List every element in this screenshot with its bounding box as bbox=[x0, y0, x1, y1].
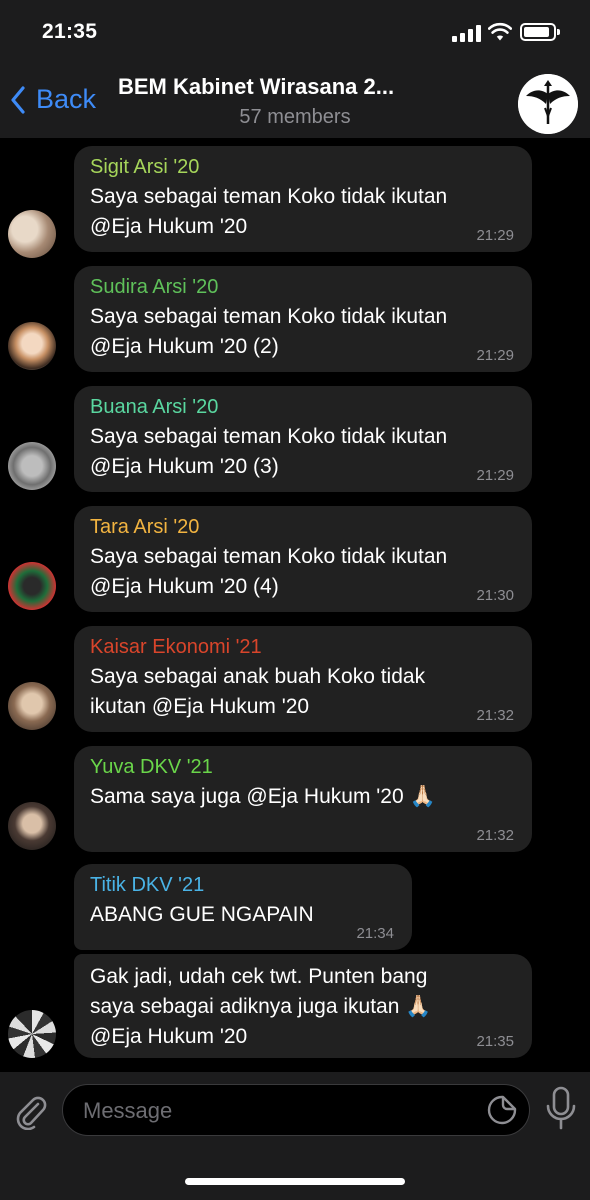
message-time: 21:30 bbox=[476, 587, 514, 604]
group-logo-icon bbox=[518, 74, 578, 134]
message-bubble[interactable]: Sudira Arsi '20 Saya sebagai teman Koko … bbox=[74, 266, 532, 372]
message-text: Saya sebagai teman Koko tidak ikutan @Ej… bbox=[90, 305, 448, 358]
sender-name: Sudira Arsi '20 bbox=[90, 276, 219, 298]
message-text: Saya sebagai anak buah Koko tidak ikutan… bbox=[90, 665, 426, 718]
message-input[interactable] bbox=[81, 1095, 465, 1127]
message-time: 21:29 bbox=[476, 227, 514, 244]
message-bubble[interactable]: Gak jadi, udah cek twt. Punten bang saya… bbox=[74, 954, 532, 1058]
sticker-icon[interactable] bbox=[487, 1095, 517, 1125]
wifi-icon bbox=[488, 22, 512, 41]
message-bubble[interactable]: Yuva DKV '21 Sama saya juga @Eja Hukum '… bbox=[74, 746, 532, 852]
status-time: 21:35 bbox=[42, 20, 98, 43]
message-text: Gak jadi, udah cek twt. Punten bang saya… bbox=[90, 965, 432, 1048]
message-row: Gak jadi, udah cek twt. Punten bang saya… bbox=[0, 954, 590, 1058]
message-time: 21:29 bbox=[476, 347, 514, 364]
message-bubble[interactable]: Titik DKV '21 ABANG GUE NGAPAIN 21:34 bbox=[74, 864, 412, 950]
sender-name: Titik DKV '21 bbox=[90, 874, 205, 896]
message-time: 21:32 bbox=[476, 707, 514, 724]
chat-header: Back BEM Kabinet Wirasana 2... 57 member… bbox=[0, 66, 590, 138]
paperclip-icon[interactable] bbox=[12, 1090, 48, 1130]
message-bubble[interactable]: Sigit Arsi '20 Saya sebagai teman Koko t… bbox=[74, 146, 532, 252]
microphone-icon[interactable] bbox=[544, 1086, 578, 1132]
message-text: Saya sebagai teman Koko tidak ikutan @Ej… bbox=[90, 185, 448, 238]
message-text: Saya sebagai teman Koko tidak ikutan @Ej… bbox=[90, 545, 448, 598]
avatar[interactable] bbox=[8, 802, 56, 850]
chat-title[interactable]: BEM Kabinet Wirasana 2... bbox=[118, 74, 468, 100]
status-bar: 21:35 bbox=[0, 0, 590, 66]
message-row: Tara Arsi '20 Saya sebagai teman Koko ti… bbox=[0, 506, 590, 612]
message-time: 21:35 bbox=[476, 1033, 514, 1050]
group-avatar[interactable] bbox=[518, 74, 578, 134]
message-row: Sudira Arsi '20 Saya sebagai teman Koko … bbox=[0, 266, 590, 372]
message-row: Buana Arsi '20 Saya sebagai teman Koko t… bbox=[0, 386, 590, 492]
message-time: 21:29 bbox=[476, 467, 514, 484]
message-list[interactable]: Sigit Arsi '20 Saya sebagai teman Koko t… bbox=[0, 138, 590, 1072]
sender-name: Kaisar Ekonomi '21 bbox=[90, 636, 262, 658]
home-indicator bbox=[185, 1178, 405, 1185]
sender-name: Yuva DKV '21 bbox=[90, 756, 213, 778]
member-count: 57 members bbox=[239, 106, 351, 128]
input-bar bbox=[0, 1072, 590, 1200]
sender-name: Tara Arsi '20 bbox=[90, 516, 200, 538]
avatar[interactable] bbox=[8, 210, 56, 258]
message-text: Sama saya juga @Eja Hukum '20 🙏🏻 bbox=[90, 785, 436, 808]
avatar[interactable] bbox=[8, 442, 56, 490]
battery-icon bbox=[520, 23, 560, 41]
message-field[interactable] bbox=[62, 1084, 530, 1136]
message-bubble[interactable]: Buana Arsi '20 Saya sebagai teman Koko t… bbox=[74, 386, 532, 492]
message-bubble[interactable]: Tara Arsi '20 Saya sebagai teman Koko ti… bbox=[74, 506, 532, 612]
message-bubble[interactable]: Kaisar Ekonomi '21 Saya sebagai anak bua… bbox=[74, 626, 532, 732]
cellular-signal-icon bbox=[452, 24, 482, 42]
avatar[interactable] bbox=[8, 1010, 56, 1058]
sender-name: Buana Arsi '20 bbox=[90, 396, 219, 418]
message-row: Yuva DKV '21 Sama saya juga @Eja Hukum '… bbox=[0, 746, 590, 852]
message-row: Sigit Arsi '20 Saya sebagai teman Koko t… bbox=[0, 146, 590, 258]
message-text: ABANG GUE NGAPAIN bbox=[90, 903, 314, 926]
message-row: Kaisar Ekonomi '21 Saya sebagai anak bua… bbox=[0, 626, 590, 732]
message-row: Titik DKV '21 ABANG GUE NGAPAIN 21:34 bbox=[0, 864, 590, 950]
avatar[interactable] bbox=[8, 322, 56, 370]
message-text: Saya sebagai teman Koko tidak ikutan @Ej… bbox=[90, 425, 448, 478]
sender-name: Sigit Arsi '20 bbox=[90, 156, 200, 178]
avatar[interactable] bbox=[8, 682, 56, 730]
message-time: 21:32 bbox=[476, 827, 514, 844]
avatar[interactable] bbox=[8, 562, 56, 610]
message-time: 21:34 bbox=[356, 925, 394, 942]
